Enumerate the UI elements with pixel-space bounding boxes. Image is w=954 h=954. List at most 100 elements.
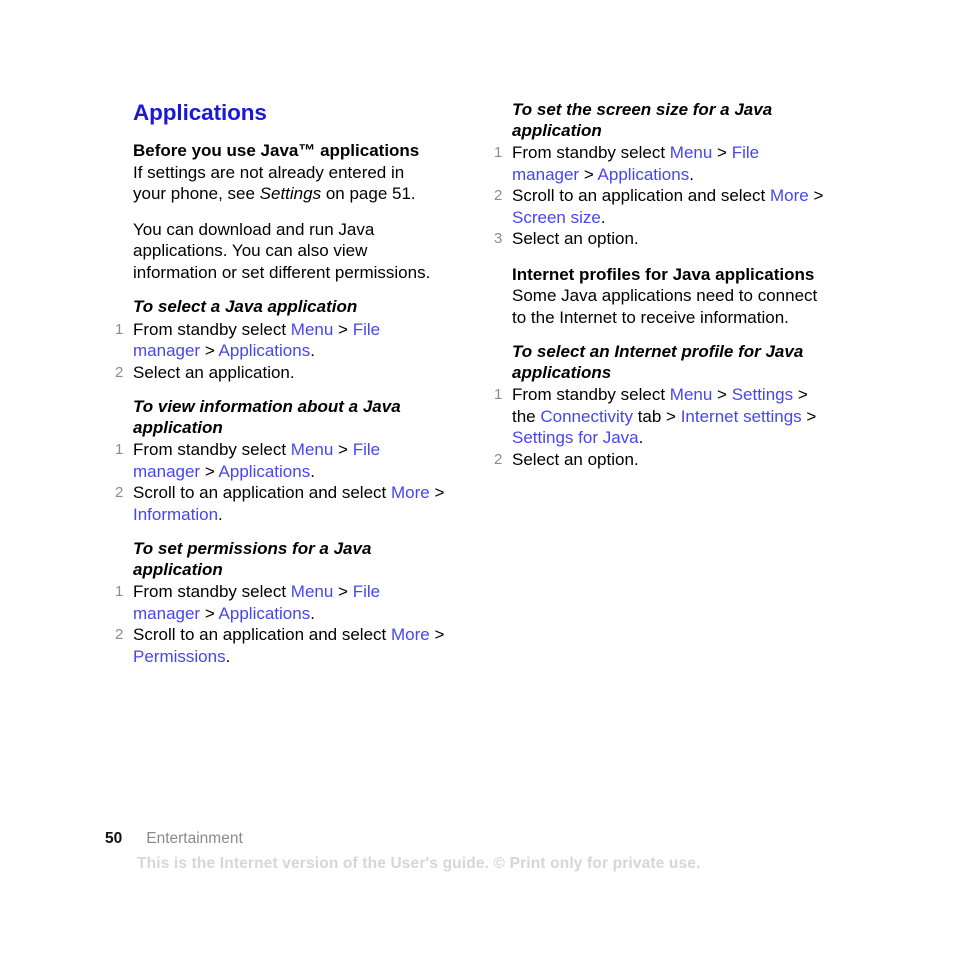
step-text: From standby select: [133, 440, 291, 459]
menu-path-link[interactable]: Menu: [291, 320, 334, 339]
section-name: Entertainment: [146, 830, 243, 847]
intro-line-2-post: on page 51.: [321, 184, 416, 203]
menu-path-link[interactable]: Menu: [670, 143, 713, 162]
step-number: 2: [115, 626, 124, 643]
procedure-step: 2 Scroll to an application and select Mor…: [115, 482, 451, 525]
menu-path-link[interactable]: Menu: [670, 385, 713, 404]
right-procedures-top: To set the screen size for a Java applic…: [494, 100, 830, 250]
step-text: .: [225, 646, 231, 666]
step-text: Select an application.: [133, 362, 295, 382]
document-page: Applications Before you use Java™ applic…: [0, 0, 954, 954]
menu-path-link[interactable]: Connectivity: [540, 407, 633, 426]
step-text: .: [638, 428, 644, 447]
step-text: From standby select: [512, 385, 670, 404]
intro-line-2-pre: your phone, see: [133, 184, 260, 203]
step-text: .: [310, 603, 315, 623]
procedure-step: 1 From standby select Menu > File manager…: [115, 319, 451, 362]
step-text: Scroll to an application and select: [133, 625, 391, 644]
step-text: >: [429, 625, 445, 644]
intro-paragraph: If settings are not already entered in yo…: [133, 162, 451, 205]
procedure-step: 2 Scroll to an application and select Mor…: [494, 185, 830, 228]
footer-main-line: 50 Entertainment: [105, 830, 243, 848]
step-text: .: [218, 504, 223, 524]
intro-heading: Before you use Java™ applications: [133, 141, 420, 160]
procedure-step: 1 From standby select Menu > Settings > t…: [494, 384, 830, 449]
procedure-step-list: 1 From standby select Menu > File manager…: [115, 581, 451, 667]
step-text: >: [200, 341, 219, 360]
left-column: Applications Before you use Java™ applic…: [115, 100, 451, 667]
procedure-step: 2 Select an application.: [115, 362, 451, 384]
procedure-title: To set the screen size for a Java applic…: [512, 100, 773, 140]
intro-cross-reference: Settings: [259, 184, 322, 203]
internet-profiles-paragraph: Some Java applications need to connect t…: [512, 286, 818, 327]
menu-path-link[interactable]: Information: [133, 505, 218, 524]
step-number: 1: [115, 583, 124, 600]
step-number: 2: [115, 484, 124, 501]
step-text: Scroll to an application and select: [133, 483, 391, 502]
step-text: >: [333, 582, 353, 601]
step-text: From standby select: [512, 143, 670, 162]
right-column: To set the screen size for a Java applic…: [494, 100, 830, 470]
step-text: >: [801, 406, 817, 426]
step-text: >: [712, 143, 732, 162]
step-number: 2: [494, 187, 503, 204]
menu-path-link[interactable]: More: [391, 625, 430, 644]
step-number: 2: [115, 363, 124, 381]
step-text: .: [310, 461, 315, 481]
menu-path-link[interactable]: More: [391, 483, 430, 502]
menu-path-link[interactable]: Screen size: [512, 208, 601, 227]
procedure-step-list: 1 From standby select Menu > Settings > t…: [494, 384, 830, 470]
procedure-title: To select a Java application: [133, 297, 358, 316]
step-text: tab >: [632, 406, 681, 426]
step-text: >: [579, 164, 598, 184]
step-number: 1: [115, 320, 124, 338]
step-text: >: [808, 186, 824, 205]
menu-path-link[interactable]: Settings for Java: [512, 428, 639, 447]
page-title: Applications: [133, 100, 267, 125]
step-number: 1: [494, 386, 503, 403]
procedure-step-list: 1 From standby select Menu > File manager…: [115, 439, 451, 525]
step-text: >: [429, 483, 445, 502]
intro-line-1: If settings are not already entered in: [133, 162, 405, 182]
procedure-step: 1 From standby select Menu > File manager…: [115, 581, 451, 624]
step-text: >: [200, 603, 219, 623]
right-procedures-bottom: To select an Internet profile for Java a…: [494, 342, 830, 470]
step-text: .: [600, 207, 606, 227]
procedure-step: 3 Select an option.: [494, 228, 830, 250]
step-text: Scroll to an application and select: [512, 186, 770, 205]
menu-path-link[interactable]: Settings: [732, 385, 793, 404]
procedure-step-list: 1 From standby select Menu > File manager…: [115, 319, 451, 384]
menu-path-link[interactable]: Internet settings: [681, 407, 802, 426]
procedure-step: 1 From standby select Menu > File manager…: [115, 439, 451, 482]
menu-path-link[interactable]: More: [770, 186, 809, 205]
procedure-step: 2 Select an option.: [494, 449, 830, 471]
menu-path-link[interactable]: Applications: [219, 341, 311, 360]
procedure-title: To set permissions for a Java applicatio…: [133, 539, 372, 579]
menu-path-link[interactable]: Applications: [219, 462, 311, 481]
step-text: >: [333, 440, 353, 459]
step-text: >: [712, 385, 732, 404]
menu-path-link[interactable]: Menu: [291, 440, 334, 459]
internet-profiles-heading: Internet profiles for Java applications: [512, 264, 815, 284]
step-number: 1: [115, 441, 124, 458]
step-text: Select an option.: [512, 229, 639, 248]
menu-path-link[interactable]: Applications: [598, 165, 690, 184]
page-number: 50: [105, 830, 123, 847]
step-text: Select an option.: [512, 449, 639, 469]
procedure-title: To view information about a Java applica…: [133, 397, 401, 437]
step-text: From standby select: [133, 582, 291, 601]
menu-path-link[interactable]: Applications: [219, 604, 311, 623]
procedure-step: 1 From standby select Menu > File manager…: [494, 142, 830, 185]
menu-path-link[interactable]: Permissions: [133, 647, 226, 666]
procedure-step: 2 Scroll to an application and select Mor…: [115, 624, 451, 667]
step-text: >: [200, 461, 219, 481]
menu-path-link[interactable]: Menu: [291, 582, 334, 601]
step-text: From standby select: [133, 319, 291, 339]
step-number: 3: [494, 230, 503, 247]
step-text: .: [310, 341, 315, 360]
